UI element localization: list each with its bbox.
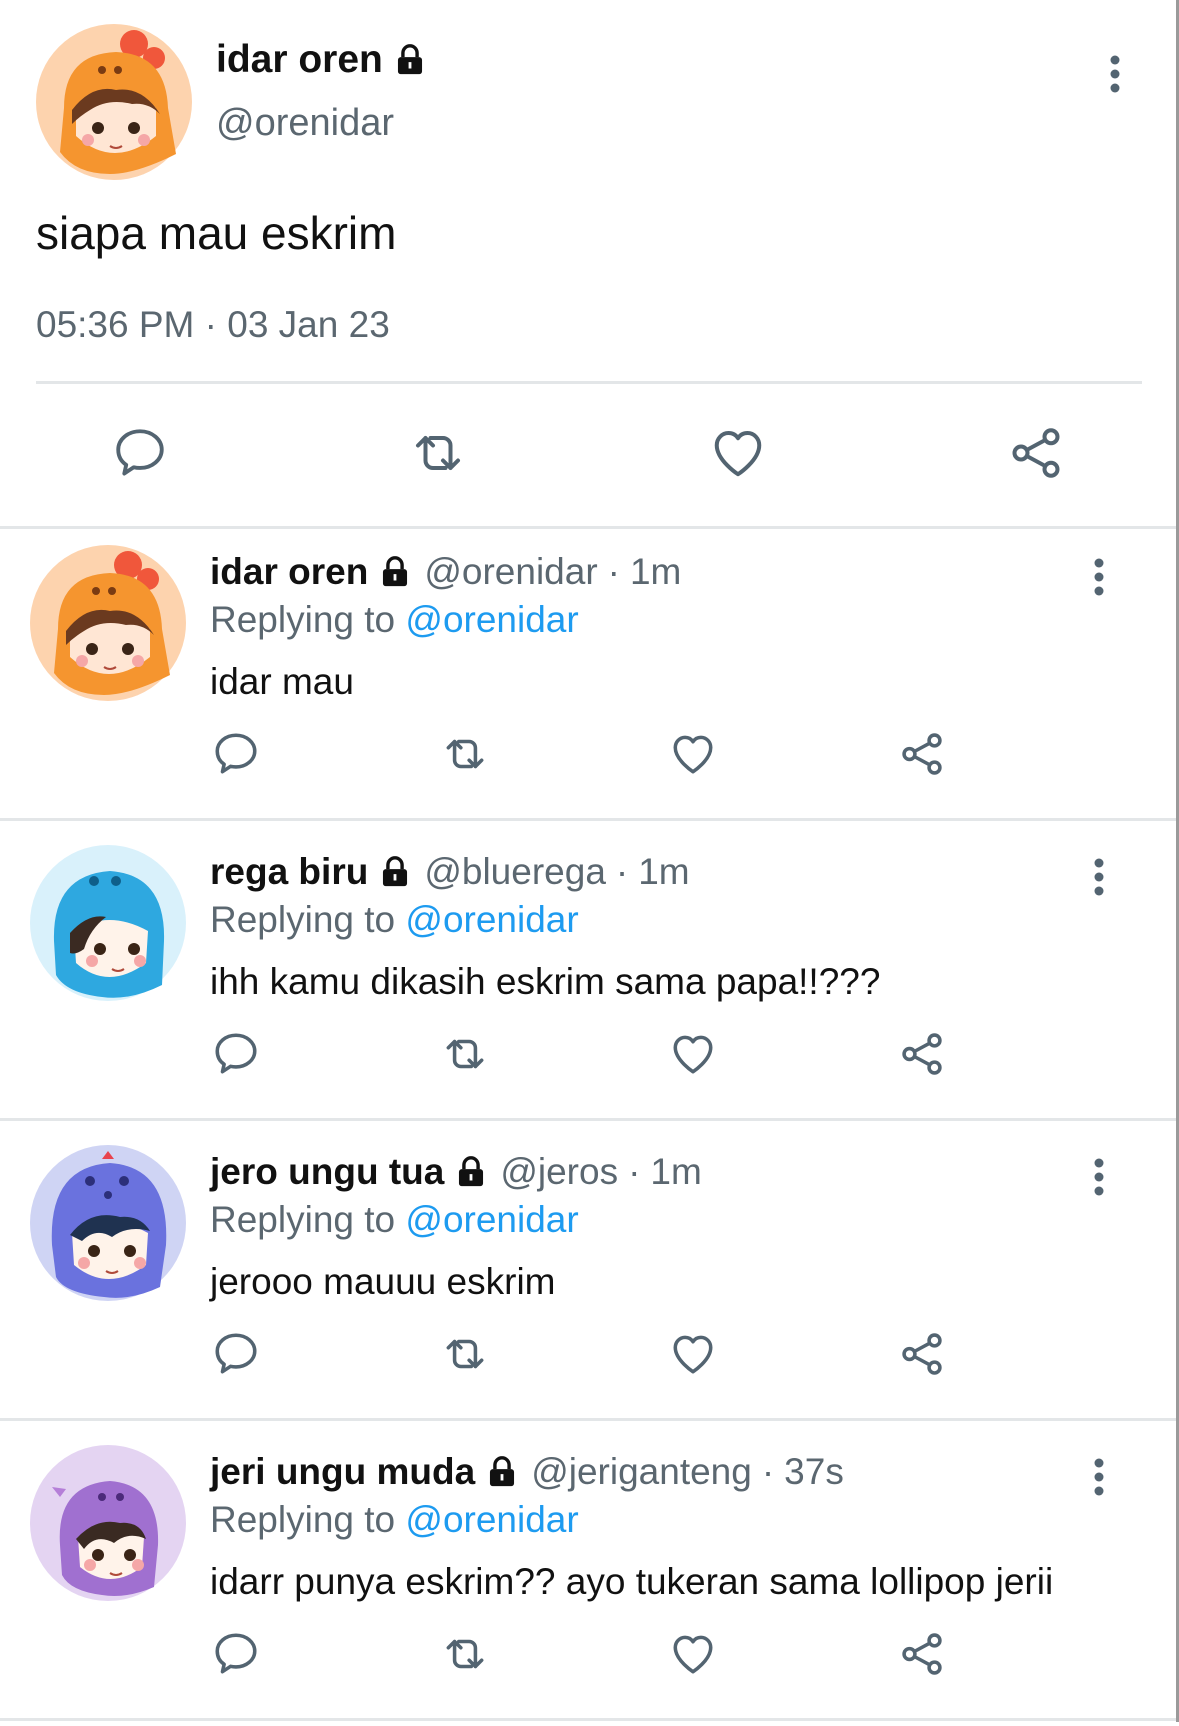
divider bbox=[36, 381, 1142, 384]
lock-icon bbox=[454, 1155, 488, 1189]
divider bbox=[0, 1118, 1176, 1121]
display-name[interactable]: jeri ungu muda bbox=[210, 1451, 475, 1493]
display-name[interactable]: idar oren bbox=[210, 551, 368, 593]
replying-label: Replying to bbox=[210, 1499, 396, 1540]
replying-to: Replying to @orenidar bbox=[210, 1499, 579, 1541]
replying-label: Replying to bbox=[210, 899, 396, 940]
timestamp: 1m bbox=[629, 551, 682, 592]
main-tweet: idar oren @orenidar siapa mau eskrim 05:… bbox=[0, 0, 1176, 527]
handle[interactable]: @bluerega bbox=[424, 851, 606, 893]
replying-label: Replying to bbox=[210, 1199, 396, 1240]
like-icon[interactable] bbox=[708, 423, 768, 483]
mention-link[interactable]: @orenidar bbox=[405, 599, 578, 640]
divider bbox=[0, 818, 1176, 821]
timestamp: 1m bbox=[638, 851, 690, 892]
retweet-icon[interactable] bbox=[440, 1029, 490, 1079]
handle[interactable]: @orenidar bbox=[216, 102, 394, 145]
reply-tweet[interactable]: idar oren @orenidar · 1m Replying to @or… bbox=[0, 529, 1176, 826]
share-icon[interactable] bbox=[897, 1329, 947, 1379]
share-icon[interactable] bbox=[1006, 423, 1066, 483]
timestamp: 1m bbox=[650, 1151, 702, 1192]
like-icon[interactable] bbox=[668, 1029, 718, 1079]
lock-icon bbox=[378, 855, 412, 889]
like-icon[interactable] bbox=[668, 1629, 718, 1679]
timestamp: 05:36 PM · 03 Jan 23 bbox=[36, 304, 390, 345]
like-icon[interactable] bbox=[668, 1329, 718, 1379]
share-icon[interactable] bbox=[897, 1629, 947, 1679]
reply-tweet[interactable]: jero ungu tua @jeros · 1m Replying to @o… bbox=[0, 1129, 1176, 1426]
mention-link[interactable]: @orenidar bbox=[405, 1199, 578, 1240]
more-icon[interactable] bbox=[1084, 855, 1114, 899]
reply-icon[interactable] bbox=[211, 1029, 261, 1079]
handle[interactable]: @jeriganteng bbox=[531, 1451, 752, 1493]
mention-link[interactable]: @orenidar bbox=[405, 899, 578, 940]
reply-tweet[interactable]: rega biru @bluerega · 1m Replying to @or… bbox=[0, 829, 1176, 1126]
replying-to: Replying to @orenidar bbox=[210, 1199, 579, 1241]
retweet-icon[interactable] bbox=[440, 1629, 490, 1679]
separator-dot: · bbox=[607, 551, 620, 592]
reply-icon[interactable] bbox=[211, 1629, 261, 1679]
tweet-text: ihh kamu dikasih eskrim sama papa!!??? bbox=[210, 961, 881, 1002]
avatar[interactable] bbox=[30, 545, 186, 701]
retweet-icon[interactable] bbox=[408, 423, 468, 483]
separator-dot: · bbox=[761, 1451, 775, 1492]
display-name[interactable]: rega biru bbox=[210, 851, 368, 893]
avatar[interactable] bbox=[30, 845, 186, 1001]
avatar[interactable] bbox=[30, 1445, 186, 1601]
replying-label: Replying to bbox=[210, 599, 396, 640]
timestamp: 37s bbox=[784, 1451, 844, 1492]
tweet-text: idar mau bbox=[210, 661, 354, 702]
share-icon[interactable] bbox=[897, 1029, 947, 1079]
more-icon[interactable] bbox=[1100, 52, 1130, 96]
retweet-icon[interactable] bbox=[440, 729, 490, 779]
separator-dot: · bbox=[628, 1151, 641, 1192]
like-icon[interactable] bbox=[668, 729, 718, 779]
divider bbox=[0, 1718, 1176, 1721]
more-icon[interactable] bbox=[1084, 1155, 1114, 1199]
mention-link[interactable]: @orenidar bbox=[405, 1499, 578, 1540]
handle[interactable]: @orenidar bbox=[424, 551, 597, 593]
tweet-text: idarr punya eskrim?? ayo tukeran sama lo… bbox=[210, 1561, 1054, 1602]
more-icon[interactable] bbox=[1084, 555, 1114, 599]
display-name[interactable]: jero ungu tua bbox=[210, 1151, 444, 1193]
separator-dot: · bbox=[615, 851, 629, 892]
reply-icon[interactable] bbox=[110, 423, 170, 483]
tweet-text: jerooo mauuu eskrim bbox=[210, 1261, 556, 1302]
lock-icon bbox=[378, 555, 412, 589]
retweet-icon[interactable] bbox=[440, 1329, 490, 1379]
lock-icon bbox=[393, 43, 427, 77]
tweet-text: siapa mau eskrim bbox=[36, 207, 397, 259]
replying-to: Replying to @orenidar bbox=[210, 899, 579, 941]
handle[interactable]: @jeros bbox=[500, 1151, 618, 1193]
reply-tweet[interactable]: jeri ungu muda @jeriganteng · 37s Replyi… bbox=[0, 1429, 1176, 1726]
action-bar bbox=[0, 423, 1176, 483]
reply-icon[interactable] bbox=[211, 729, 261, 779]
reply-icon[interactable] bbox=[211, 1329, 261, 1379]
display-name[interactable]: idar oren bbox=[216, 38, 383, 82]
avatar[interactable] bbox=[30, 1145, 186, 1301]
avatar[interactable] bbox=[36, 24, 192, 180]
share-icon[interactable] bbox=[897, 729, 947, 779]
divider bbox=[0, 1418, 1176, 1421]
replying-to: Replying to @orenidar bbox=[210, 599, 579, 641]
more-icon[interactable] bbox=[1084, 1455, 1114, 1499]
lock-icon bbox=[485, 1455, 519, 1489]
